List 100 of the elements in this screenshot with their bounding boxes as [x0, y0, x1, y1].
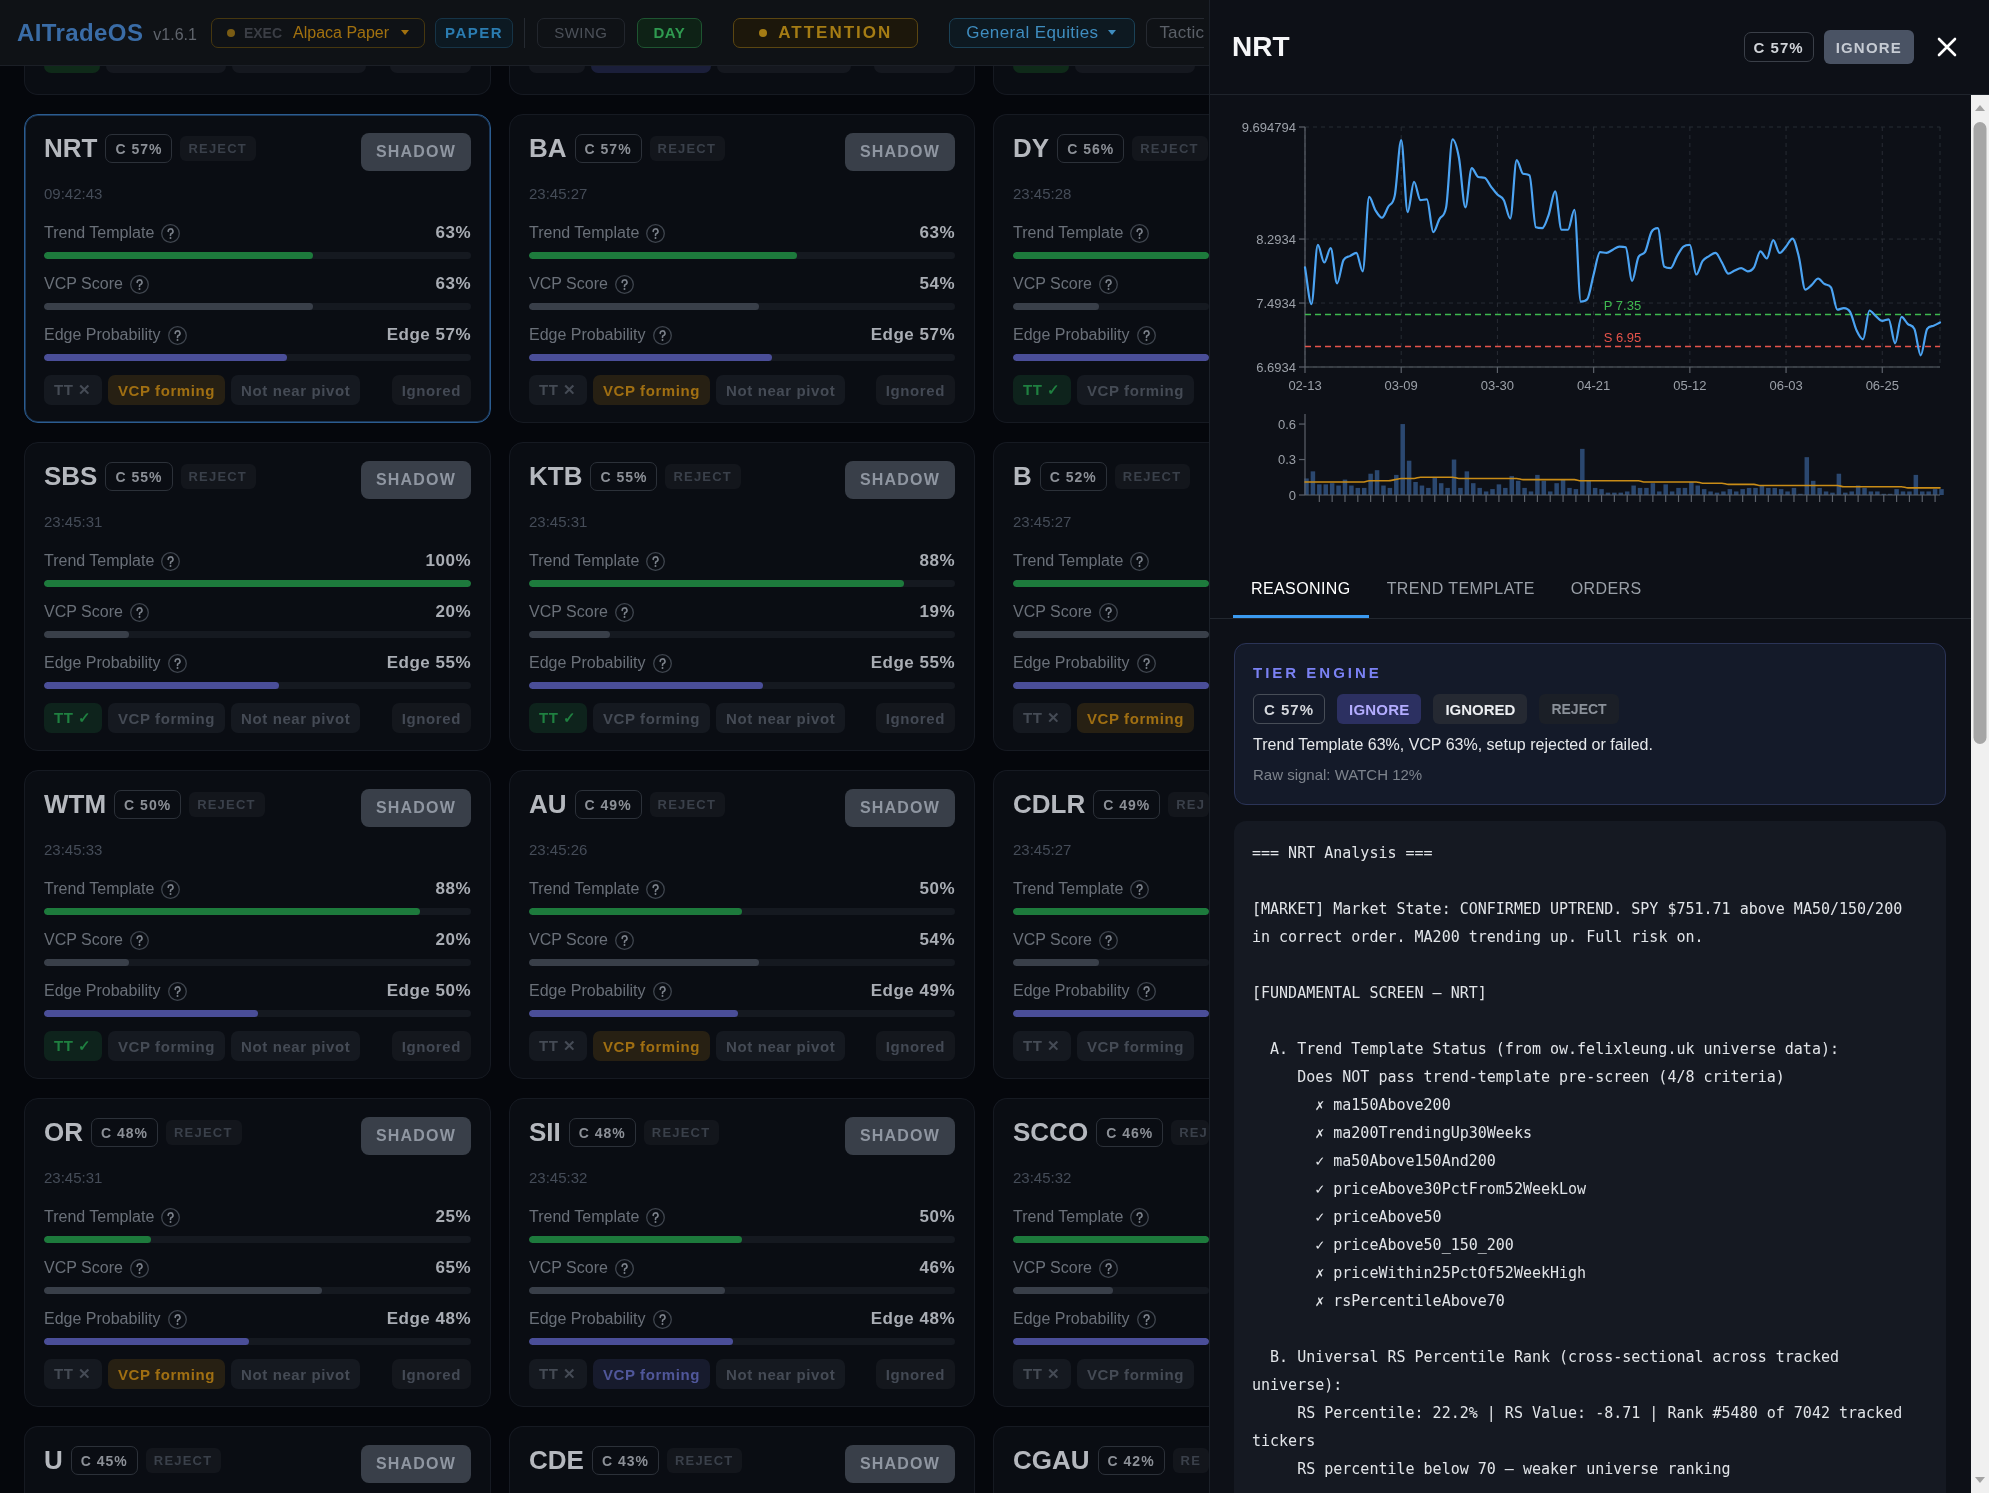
axis-tick-label: 06-03 — [1769, 378, 1803, 393]
timestamp: 23:45:26 — [529, 841, 589, 859]
metric-label: Trend Template — [44, 1208, 155, 1226]
ticker-symbol: BA — [529, 133, 567, 163]
ticker-symbol: NRT — [44, 133, 98, 163]
panel-title: NRT — [1232, 31, 1290, 63]
metric-value: 54% — [919, 930, 955, 950]
metric-label: Edge Probability — [529, 654, 646, 672]
log-line: [FUNDAMENTAL SCREEN — NRT] — [1252, 983, 1487, 1004]
app-logo: AITradeOS — [17, 18, 144, 47]
metric-value: Edge 48% — [386, 1309, 471, 1329]
mode-badge: PAPER — [435, 17, 514, 48]
metric-value: Edge 57% — [386, 325, 471, 345]
axis-tick-label: 8.2934 — [1256, 231, 1296, 247]
metric-value: Edge 48% — [870, 1309, 955, 1329]
metric-label: Trend Template — [1013, 224, 1124, 242]
signal-tag: TT ✓ — [1013, 375, 1071, 405]
signal-tag: TT ✓ — [44, 703, 102, 733]
metric-value: 65% — [435, 1258, 471, 1278]
raw-signal-text: Raw signal: WATCH 12% — [1253, 766, 1424, 784]
price-level-label: S 6.95 — [1603, 330, 1642, 346]
metric-label: VCP Score — [44, 1259, 123, 1277]
confidence-badge: C 46% — [1096, 1118, 1164, 1147]
metric-value: 100% — [425, 551, 471, 571]
metric-value: Edge 55% — [386, 653, 471, 673]
metric-label: Trend Template — [1013, 880, 1124, 898]
axis-tick-label: 9.694794 — [1241, 119, 1296, 135]
signal-tag: VCP forming — [107, 375, 226, 405]
confidence-badge: C 57% — [574, 134, 642, 163]
metric-value: Edge 49% — [870, 981, 955, 1001]
ticker-symbol: WTM — [44, 789, 107, 819]
metric-label: Edge Probability — [44, 654, 161, 672]
log-line: === NRT Analysis === — [1252, 843, 1433, 864]
signal-tag: TT ✓ — [529, 703, 587, 733]
metric-label: Edge Probability — [44, 982, 161, 1000]
ticker-symbol: CDLR — [1013, 789, 1086, 819]
ticker-symbol: KTB — [529, 461, 583, 491]
axis-tick-label: 04-21 — [1577, 378, 1611, 393]
log-line: A. Trend Template Status (from ow.felixleung.uk universe data): — [1269, 1039, 1839, 1060]
metric-value: 50% — [919, 1207, 955, 1227]
ticker-symbol: DY — [1013, 133, 1050, 163]
metric-value: 25% — [435, 1207, 471, 1227]
metric-label: Trend Template — [1013, 1208, 1124, 1226]
log-line: ✗ ma150Above200 — [1314, 1095, 1451, 1116]
version-label: v1.6.1 — [153, 25, 197, 44]
signal-tag: VCP forming — [592, 375, 711, 405]
confidence-badge: C 42% — [1097, 1446, 1165, 1475]
signal-tag: TT ✓ — [44, 1031, 102, 1061]
log-line: ✗ ma200TrendingUp30Weeks — [1314, 1123, 1532, 1144]
metric-label: Edge Probability — [1013, 326, 1130, 344]
signal-tag: VCP forming — [592, 1031, 711, 1061]
metric-label: VCP Score — [44, 931, 123, 949]
timestamp: 23:45:27 — [1013, 513, 1073, 531]
metric-value: 20% — [435, 930, 471, 950]
metric-value: 88% — [919, 551, 955, 571]
signal-tag: VCP forming — [592, 1359, 711, 1389]
timestamp: 23:45:28 — [1013, 185, 1073, 203]
timestamp: 23:45:31 — [44, 1169, 104, 1187]
axis-tick-label: 03-09 — [1384, 378, 1418, 393]
ticker-symbol: CGAU — [1013, 1445, 1090, 1475]
confidence-badge: C 48% — [568, 1118, 636, 1147]
log-line: ✓ priceAbove50_150_200 — [1314, 1235, 1514, 1256]
price-level-label: P 7.35 — [1603, 298, 1642, 314]
timestamp: 23:45:31 — [529, 513, 589, 531]
metric-label: VCP Score — [1013, 931, 1092, 949]
metric-label: VCP Score — [44, 275, 123, 293]
log-line: RS Percentile: 22.2% | RS Value: -8.71 | Rank #5480 of 7042 tracked tickers — [1252, 1403, 1904, 1452]
grade-badge: C 57% — [1253, 694, 1326, 724]
metric-label: Trend Template — [529, 880, 640, 898]
signal-tag: VCP forming — [1076, 703, 1195, 733]
confidence-badge: C 56% — [1057, 134, 1125, 163]
metric-value: Edge 55% — [870, 653, 955, 673]
axis-tick-label: 0.6 — [1277, 416, 1296, 432]
section-title: TIER ENGINE — [1253, 663, 1383, 683]
metric-value: Edge 50% — [386, 981, 471, 1001]
metric-label: Trend Template — [529, 1208, 640, 1226]
confidence-badge: C 50% — [114, 790, 182, 819]
metric-label: VCP Score — [1013, 1259, 1092, 1277]
timestamp: 23:45:33 — [44, 841, 104, 859]
metric-label: Trend Template — [44, 552, 155, 570]
metric-value: 88% — [435, 879, 471, 899]
metric-label: VCP Score — [529, 931, 608, 949]
metric-label: Trend Template — [44, 880, 155, 898]
metric-value: 63% — [435, 223, 471, 243]
metric-value: 63% — [435, 274, 471, 294]
metric-value: 20% — [435, 602, 471, 622]
confidence-badge: C 43% — [591, 1446, 659, 1475]
metric-value: 19% — [919, 602, 955, 622]
metric-label: Edge Probability — [529, 982, 646, 1000]
metric-value: 54% — [919, 274, 955, 294]
log-line: [MARKET] Market State: CONFIRMED UPTREND. SPY $751.71 above MA50/150/200 in correct order. MA200 trending up. Full risk on. — [1252, 899, 1904, 948]
ticker-symbol: U — [44, 1445, 63, 1475]
log-line: ✗ priceWithin25PctOf52WeekHigh — [1314, 1263, 1587, 1284]
confidence-badge: C 49% — [1093, 790, 1161, 819]
metric-label: VCP Score — [1013, 275, 1092, 293]
timestamp: 23:45:31 — [44, 513, 104, 531]
log-line: ✓ ma50Above150And200 — [1314, 1151, 1496, 1172]
metric-label: Edge Probability — [1013, 982, 1130, 1000]
metric-label: Trend Template — [529, 552, 640, 570]
confidence-badge: C 55% — [105, 462, 173, 491]
